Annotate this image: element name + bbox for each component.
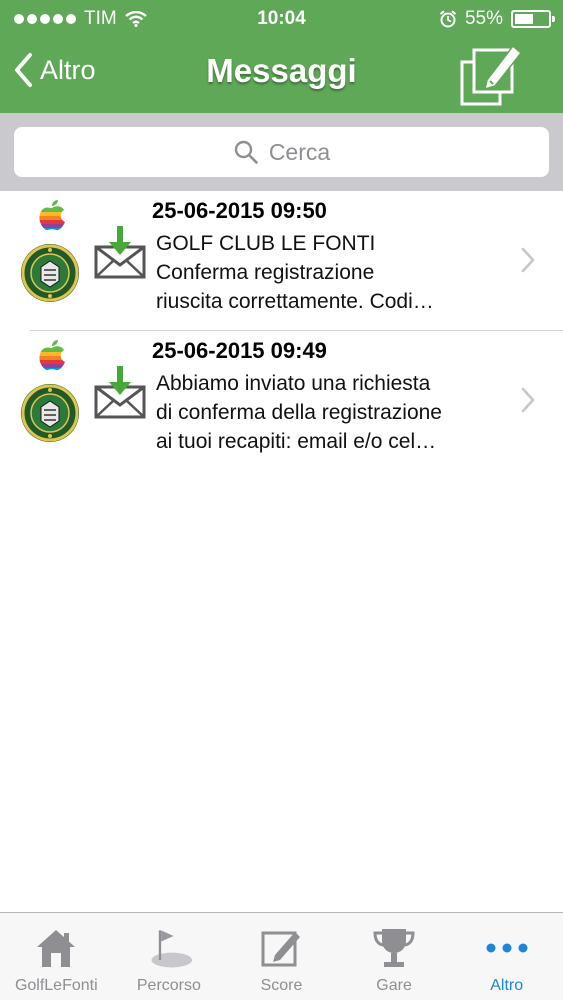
- message-row-2[interactable]: 25-06-2015 09:49 Abbiamo inviato una ric…: [0, 331, 563, 471]
- message-preview: GOLF CLUB LE FONTI Conferma registrazion…: [156, 229, 506, 316]
- apple-logo-icon: [39, 200, 66, 231]
- house-icon: [37, 930, 76, 967]
- golf-club-logo-icon: [21, 244, 79, 302]
- message-preview: Abbiamo inviato una richiesta di conferm…: [156, 369, 506, 456]
- golf-flag-icon: [151, 930, 193, 968]
- compose-message-icon[interactable]: [459, 40, 525, 108]
- message-date: 25-06-2015 09:49: [152, 338, 327, 363]
- message-row-1[interactable]: 25-06-2015 09:50 GOLF CLUB LE FONTI Conf…: [0, 191, 563, 331]
- tab-score[interactable]: Score: [225, 913, 338, 1000]
- tab-label: GolfLeFonti: [14, 977, 98, 994]
- header: TIM 10:04 55% Altro Messaggi: [0, 0, 563, 113]
- alarm-clock-icon: [439, 10, 457, 28]
- battery-percent: 55%: [464, 8, 503, 29]
- status-bar: TIM 10:04 55%: [0, 0, 563, 38]
- more-dots-icon: [486, 943, 528, 953]
- received-message-icon: [94, 366, 146, 419]
- trophy-icon: [373, 929, 415, 967]
- tab-golflefonti[interactable]: GolfLeFonti: [0, 913, 113, 1000]
- search-icon: [234, 140, 258, 164]
- apple-logo-icon: [39, 340, 66, 371]
- navigation-bar: Altro Messaggi: [0, 38, 563, 113]
- chevron-right-icon: [521, 387, 535, 413]
- chevron-right-icon: [521, 247, 535, 273]
- battery-icon: [511, 10, 555, 28]
- message-preview-line: GOLF CLUB LE FONTI: [156, 232, 376, 255]
- message-preview-line: riuscita correttamente. Codi…: [156, 290, 434, 313]
- tab-label: Score: [260, 977, 303, 994]
- tab-altro[interactable]: Altro: [450, 913, 563, 1000]
- status-right: 55%: [439, 8, 555, 30]
- golf-club-logo-icon: [21, 384, 79, 442]
- tab-label: Altro: [490, 977, 524, 994]
- search-placeholder: Cerca: [268, 138, 331, 165]
- message-preview-line: Conferma registrazione: [156, 261, 375, 284]
- message-date: 25-06-2015 09:50: [152, 198, 327, 223]
- message-preview-line: di conferma della registrazione: [156, 401, 442, 424]
- tab-percorso[interactable]: Percorso: [113, 913, 226, 1000]
- scorecard-pencil-icon: [261, 931, 301, 967]
- tab-bar: GolfLeFonti Percorso Score Gare Altro: [0, 912, 563, 1000]
- tab-label: Percorso: [136, 977, 201, 994]
- received-message-icon: [94, 226, 146, 279]
- message-list: 25-06-2015 09:50 GOLF CLUB LE FONTI Conf…: [0, 191, 563, 471]
- search-bar: Cerca: [0, 113, 563, 191]
- message-preview-line: ai tuoi recapiti: email e/o cel…: [156, 430, 437, 453]
- tab-label: Gare: [376, 977, 412, 994]
- battery-fill: [515, 14, 533, 24]
- tab-gare[interactable]: Gare: [338, 913, 451, 1000]
- search-input[interactable]: Cerca: [14, 127, 549, 177]
- message-preview-line: Abbiamo inviato una richiesta: [156, 372, 431, 395]
